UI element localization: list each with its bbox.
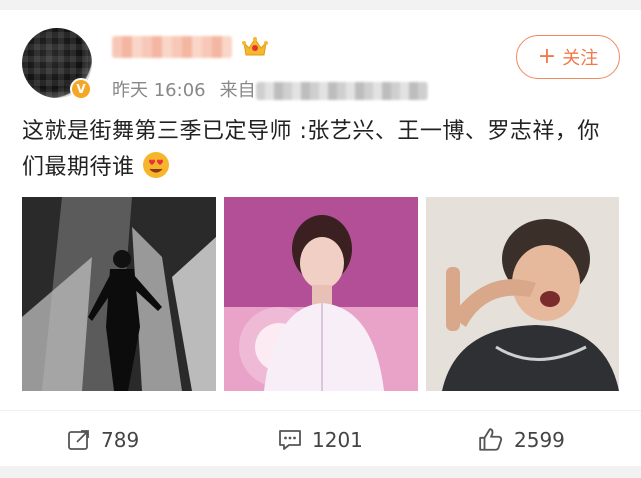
heart-eyes-emoji-icon <box>142 152 169 178</box>
like-count: 2599 <box>514 428 565 452</box>
action-bar: 789 1201 2599 <box>0 420 641 460</box>
crown-icon <box>242 37 268 56</box>
comment-button[interactable]: 1201 <box>278 420 363 460</box>
source-prefix: 来自 <box>219 80 256 101</box>
repost-button[interactable]: 789 <box>67 420 139 460</box>
follow-label: 关注 <box>562 48 599 69</box>
photo-thumbnail-3[interactable] <box>426 197 619 391</box>
photo-grid <box>22 197 619 391</box>
photo-thumbnail-2[interactable] <box>224 197 418 391</box>
repost-icon <box>68 430 89 450</box>
photo-thumbnail-1[interactable] <box>22 197 216 391</box>
plus-icon: + <box>537 44 557 69</box>
like-icon <box>479 428 503 451</box>
bottom-separator <box>0 466 641 478</box>
follow-button[interactable]: + 关注 <box>516 35 620 79</box>
post-content: 这就是街舞第三季已定导师 :张艺兴、王一博、罗志祥，你们最期待谁 <box>22 114 622 186</box>
action-divider <box>0 410 641 411</box>
post-timestamp: 昨天 16:06 <box>112 80 206 101</box>
post-source: 来自 <box>220 76 428 102</box>
repost-count: 789 <box>101 428 140 452</box>
top-separator <box>0 0 641 10</box>
comment-count: 1201 <box>312 428 363 452</box>
verified-badge-icon: V <box>70 78 92 100</box>
source-device-redacted <box>255 82 428 100</box>
post-text: 这就是街舞第三季已定导师 :张艺兴、王一博、罗志祥，你们最期待谁 <box>22 119 600 180</box>
like-button[interactable]: 2599 <box>478 420 565 460</box>
post-meta: 昨天 16:06 来自 <box>112 76 428 102</box>
username-redacted[interactable] <box>112 36 232 58</box>
comment-icon <box>279 430 301 450</box>
